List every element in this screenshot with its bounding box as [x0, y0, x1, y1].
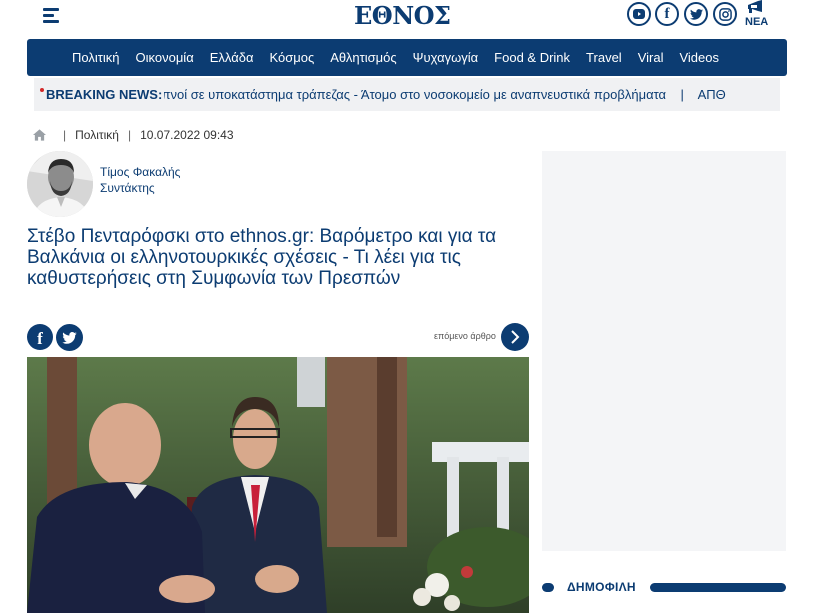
author-role: Συντάκτης — [100, 181, 155, 195]
breadcrumb: | Πολιτική | 10.07.2022 09:43 — [33, 128, 234, 142]
popular-label[interactable]: ΔΗΜΟΦΙΛΗ — [567, 580, 636, 594]
nav-item-viral[interactable]: Viral — [638, 50, 664, 65]
breadcrumb-section[interactable]: Πολιτική — [75, 128, 119, 142]
twitter-icon[interactable] — [684, 2, 708, 26]
breaking-dot — [40, 88, 44, 92]
breaking-news-label: BREAKING NEWS: — [46, 78, 165, 111]
site-header: ΕΘΝΟΣ f ΝΕΑ — [0, 0, 833, 36]
next-article-label[interactable]: επόμενο άρθρο — [434, 331, 496, 341]
twitter-icon — [62, 331, 77, 344]
nav-item-sports[interactable]: Αθλητισμός — [330, 50, 396, 65]
nav-item-greece[interactable]: Ελλάδα — [210, 50, 254, 65]
next-article-button[interactable] — [501, 323, 529, 351]
author-name[interactable]: Τίμος Φακαλής — [100, 165, 180, 179]
facebook-icon[interactable]: f — [655, 2, 679, 26]
breaking-news-ticker[interactable]: απνοί σε υποκατάστημα τράπεζας - Άτομο σ… — [154, 78, 726, 111]
facebook-share-button[interactable]: f — [27, 324, 53, 350]
sidebar-ad-slot[interactable] — [542, 151, 786, 551]
nav-item-food-drink[interactable]: Food & Drink — [494, 50, 570, 65]
article-photo[interactable] — [27, 357, 529, 613]
menu-icon[interactable] — [43, 7, 60, 24]
chevron-right-icon — [511, 330, 520, 344]
popular-decor-left — [542, 583, 554, 592]
article-title: Στέβο Πενταρόφσκι στο ethnos.gr: Βαρόμετ… — [27, 226, 497, 289]
nav-item-world[interactable]: Κόσμος — [269, 50, 314, 65]
popular-decor-line — [650, 583, 786, 592]
breaking-news-bar: BREAKING NEWS: απνοί σε υποκατάστημα τρά… — [34, 78, 780, 111]
nav-item-politics[interactable]: Πολιτική — [72, 50, 120, 65]
facebook-icon: f — [37, 328, 43, 348]
author-avatar[interactable] — [27, 151, 93, 217]
nav-item-economy[interactable]: Οικονομία — [136, 50, 194, 65]
twitter-share-button[interactable] — [56, 324, 83, 351]
instagram-icon[interactable] — [713, 2, 737, 26]
breadcrumb-separator: | — [63, 128, 67, 142]
home-icon[interactable] — [33, 129, 46, 141]
nav-item-travel[interactable]: Travel — [586, 50, 622, 65]
breadcrumb-separator: | — [127, 128, 132, 142]
megaphone-icon — [748, 0, 762, 13]
main-nav: Πολιτική Οικονομία Ελλάδα Κόσμος Αθλητισ… — [27, 39, 787, 76]
news-feed-label[interactable]: ΝΕΑ — [745, 16, 768, 28]
nav-item-entertainment[interactable]: Ψυχαγωγία — [413, 50, 479, 65]
youtube-icon[interactable] — [627, 2, 651, 26]
popular-section-header: ΔΗΜΟΦΙΛΗ — [542, 580, 786, 596]
nav-item-videos[interactable]: Videos — [679, 50, 719, 65]
site-logo[interactable]: ΕΘΝΟΣ — [354, 1, 451, 30]
article-date: 10.07.2022 09:43 — [140, 128, 234, 142]
